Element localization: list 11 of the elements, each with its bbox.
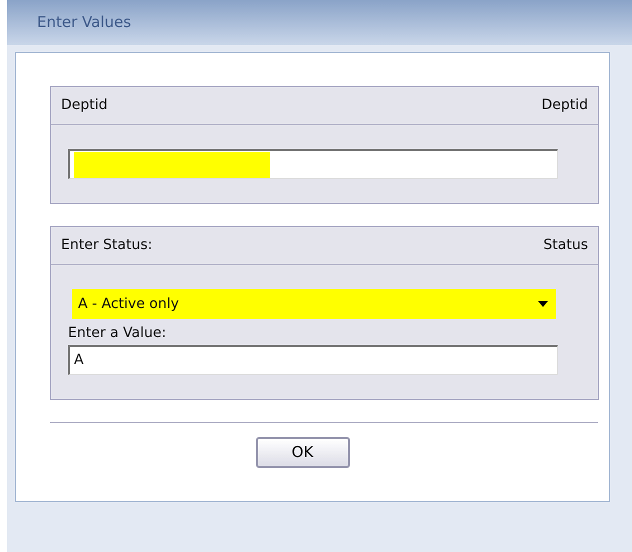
ok-button[interactable]: OK	[256, 437, 350, 468]
field-name: Deptid	[541, 96, 588, 115]
group-label: Deptid	[61, 96, 108, 115]
input-field[interactable]	[68, 149, 558, 179]
field-label: Enter a Value:	[68, 324, 168, 343]
input-field[interactable]: A	[68, 345, 558, 375]
caret-icon	[538, 301, 548, 307]
group-label: Enter Status:	[61, 236, 152, 255]
dropdown[interactable]: A - Active only	[72, 289, 556, 319]
field-name: Status	[543, 236, 588, 255]
window-title: Enter Values	[37, 12, 132, 34]
